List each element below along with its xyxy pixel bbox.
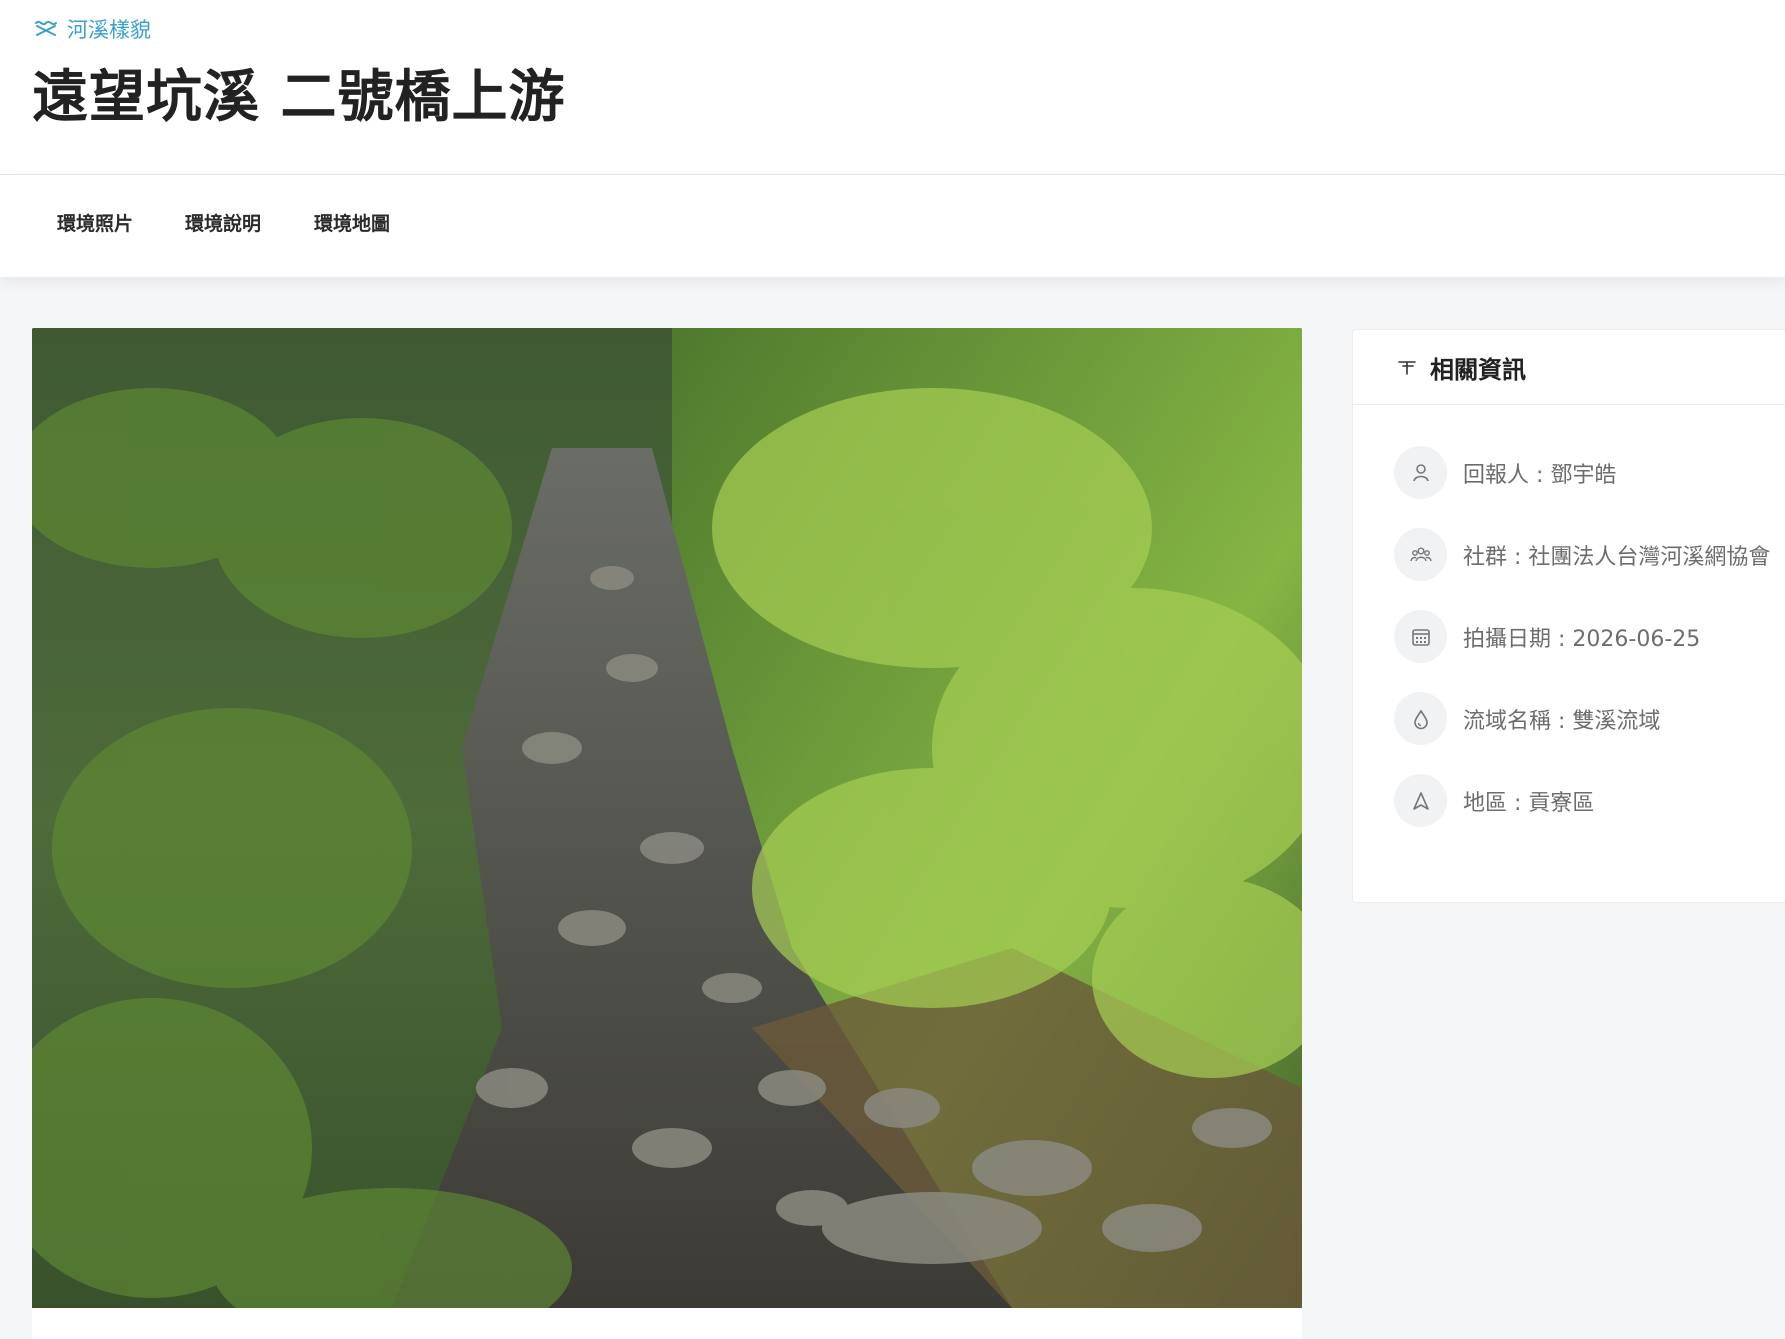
breadcrumb-label: 河溪樣貌 <box>67 18 151 42</box>
breadcrumb[interactable]: 河溪樣貌 <box>33 14 151 44</box>
district-text: 地區 : 貢寮區 <box>1463 790 1595 816</box>
date-text: 拍攝日期 : 2026-06-25 <box>1463 626 1701 652</box>
tab-photos[interactable]: 環境照片 <box>57 209 133 236</box>
related-info-header: 相關資訊 <box>1353 330 1785 405</box>
tab-map[interactable]: 環境地圖 <box>314 209 390 236</box>
info-row-district: 地區 : 貢寮區 <box>1394 774 1594 827</box>
signpost-icon <box>1398 361 1416 375</box>
icon-circle <box>1394 528 1447 581</box>
water-drop-icon <box>1413 709 1428 729</box>
group-icon <box>1409 546 1432 561</box>
photo-card <box>32 328 1302 1339</box>
icon-circle <box>1394 610 1447 663</box>
info-row-date: 拍攝日期 : 2026-06-25 <box>1394 610 1700 663</box>
info-row-reporter: 回報人 : 鄧宇皓 <box>1394 446 1616 499</box>
page-title: 遠望坑溪 二號橋上游 <box>32 65 566 130</box>
related-info-title: 相關資訊 <box>1430 355 1526 384</box>
location-arrow-icon <box>1412 791 1429 810</box>
info-row-watershed: 流域名稱 : 雙溪流域 <box>1394 692 1660 745</box>
icon-circle <box>1394 692 1447 745</box>
icon-circle <box>1394 446 1447 499</box>
info-row-community: 社群 : 社團法人台灣河溪網協會 <box>1394 528 1770 581</box>
page-header: 河溪樣貌 遠望坑溪 二號橋上游 <box>0 0 1785 175</box>
watershed-text: 流域名稱 : 雙溪流域 <box>1463 708 1661 734</box>
user-icon <box>1412 463 1429 481</box>
community-text: 社群 : 社團法人台灣河溪網協會 <box>1463 544 1771 570</box>
related-info-card: 相關資訊 回報人 : 鄧宇皓 社群: 社團法人台灣河溪網協會 拍攝日期: 2… <box>1352 329 1785 903</box>
tab-bar: 環境照片 環境說明 環境地圖 <box>0 175 1785 277</box>
icon-circle <box>1394 774 1447 827</box>
calendar-icon <box>1411 628 1430 646</box>
stream-photo[interactable] <box>32 328 1302 1308</box>
tab-description[interactable]: 環境說明 <box>185 209 261 236</box>
river-icon <box>35 20 57 36</box>
reporter-text: 回報人 : 鄧宇皓 <box>1463 462 1617 488</box>
